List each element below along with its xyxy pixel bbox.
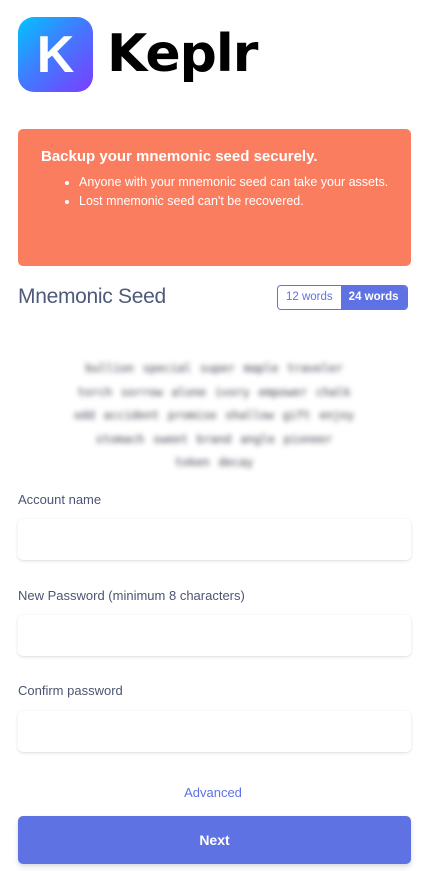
brand-name: Keplr (107, 24, 258, 84)
toggle-24-words[interactable]: 24 words (340, 286, 407, 309)
confirm-password-label: Confirm password (18, 683, 123, 698)
mnemonic-title: Mnemonic Seed (18, 285, 166, 308)
new-password-input[interactable] (18, 615, 411, 656)
warning-item: Lost mnemonic seed can't be recovered. (79, 192, 389, 211)
advanced-link[interactable]: Advanced (0, 784, 426, 802)
seed-line: stomach sweet brand angle pioneer (95, 431, 333, 446)
confirm-password-input[interactable] (18, 711, 411, 752)
logo-letter: K (36, 25, 75, 84)
seed-line: odd accident promise shallow gift enjoy (73, 408, 355, 422)
next-button[interactable]: Next (18, 816, 411, 864)
backup-warning: Backup your mnemonic seed securely. Anyo… (18, 129, 411, 266)
mnemonic-seed-text: bullion special super maple traveler tor… (40, 357, 388, 475)
seed-line: torch sorrow alone ivory empower chalk (77, 384, 351, 399)
toggle-12-words[interactable]: 12 words (278, 286, 341, 309)
warning-item: Anyone with your mnemonic seed can take … (79, 173, 389, 192)
keplr-logo-icon: K (18, 17, 93, 92)
account-name-label: Account name (18, 492, 102, 507)
new-password-label: New Password (minimum 8 characters) (18, 588, 245, 603)
warning-title: Backup your mnemonic seed securely. (41, 148, 318, 165)
seed-line: token decay (174, 455, 254, 469)
seed-line: bullion special super maple traveler (85, 361, 343, 375)
warning-list: Anyone with your mnemonic seed can take … (41, 173, 389, 211)
word-count-toggle: 12 words 24 words (277, 285, 408, 310)
account-name-input[interactable] (18, 519, 411, 560)
register-page: K Keplr Backup your mnemonic seed secure… (0, 0, 426, 871)
